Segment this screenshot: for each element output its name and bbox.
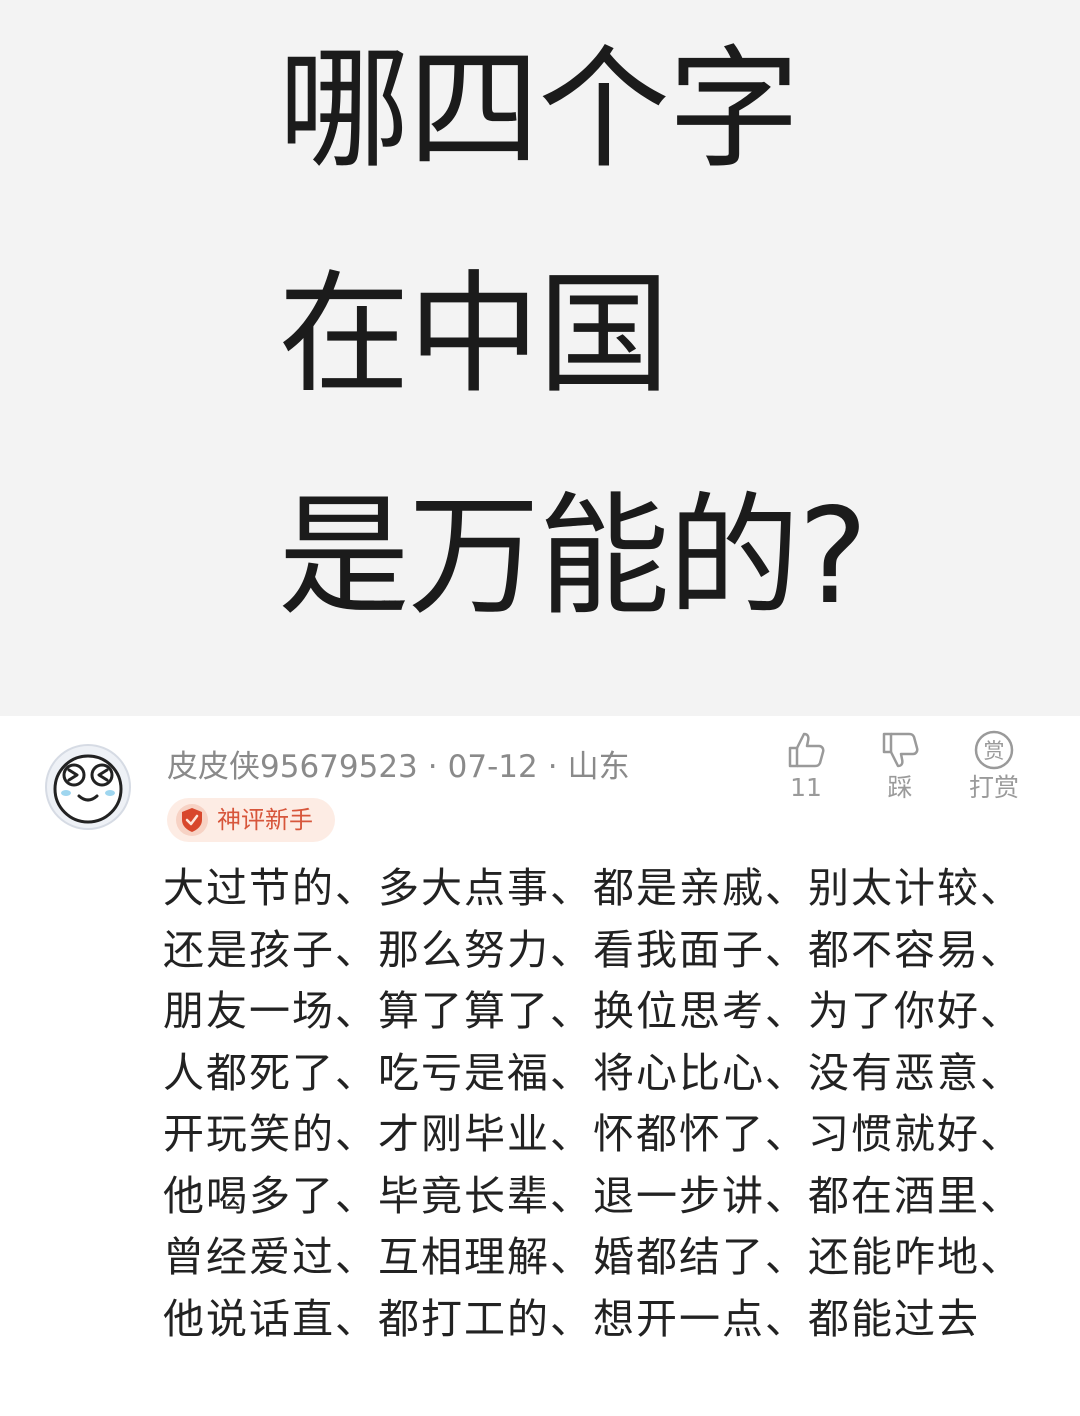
comment-date: 07-12 [447, 749, 538, 785]
question-line-2: 在中国 [278, 258, 670, 412]
comment-card: 皮皮侠95679523 · 07-12 · 山东 神评新手 11 踩 赏 打赏 大过节的… [0, 716, 1080, 1416]
thumbs-up-icon [788, 732, 825, 768]
meta-separator: · [547, 749, 558, 785]
comment-body: 大过节的、多大点事、都是亲戚、别太计较、还是孩子、那么努力、看我面子、都不容易、… [163, 864, 1023, 1343]
meta-separator: · [427, 749, 438, 785]
reward-label: 打赏 [968, 773, 1019, 802]
like-count: 11 [790, 773, 822, 802]
shield-badge-icon [176, 804, 208, 836]
user-badge[interactable]: 神评新手 [167, 798, 335, 842]
question-line-3: 是万能的? [278, 480, 868, 634]
username[interactable]: 皮皮侠95679523 [167, 749, 418, 785]
dislike-label: 踩 [887, 773, 913, 802]
reward-icon-glyph: 赏 [984, 739, 1005, 763]
comment-meta: 皮皮侠95679523 · 07-12 · 山东 [167, 747, 630, 787]
comment-location: 山东 [567, 749, 630, 785]
avatar[interactable] [45, 744, 131, 830]
question-banner: 哪四个字 在中国 是万能的? [0, 0, 1080, 716]
dislike-button[interactable]: 踩 [860, 728, 940, 804]
question-line-1: 哪四个字 [278, 33, 800, 187]
reward-button[interactable]: 赏 打赏 [954, 728, 1034, 804]
like-button[interactable]: 11 [766, 728, 846, 804]
badge-label: 神评新手 [217, 806, 313, 834]
thumbs-down-icon [882, 732, 919, 768]
smiling-face-avatar-icon [53, 754, 123, 824]
reward-coin-icon: 赏 [974, 730, 1014, 770]
